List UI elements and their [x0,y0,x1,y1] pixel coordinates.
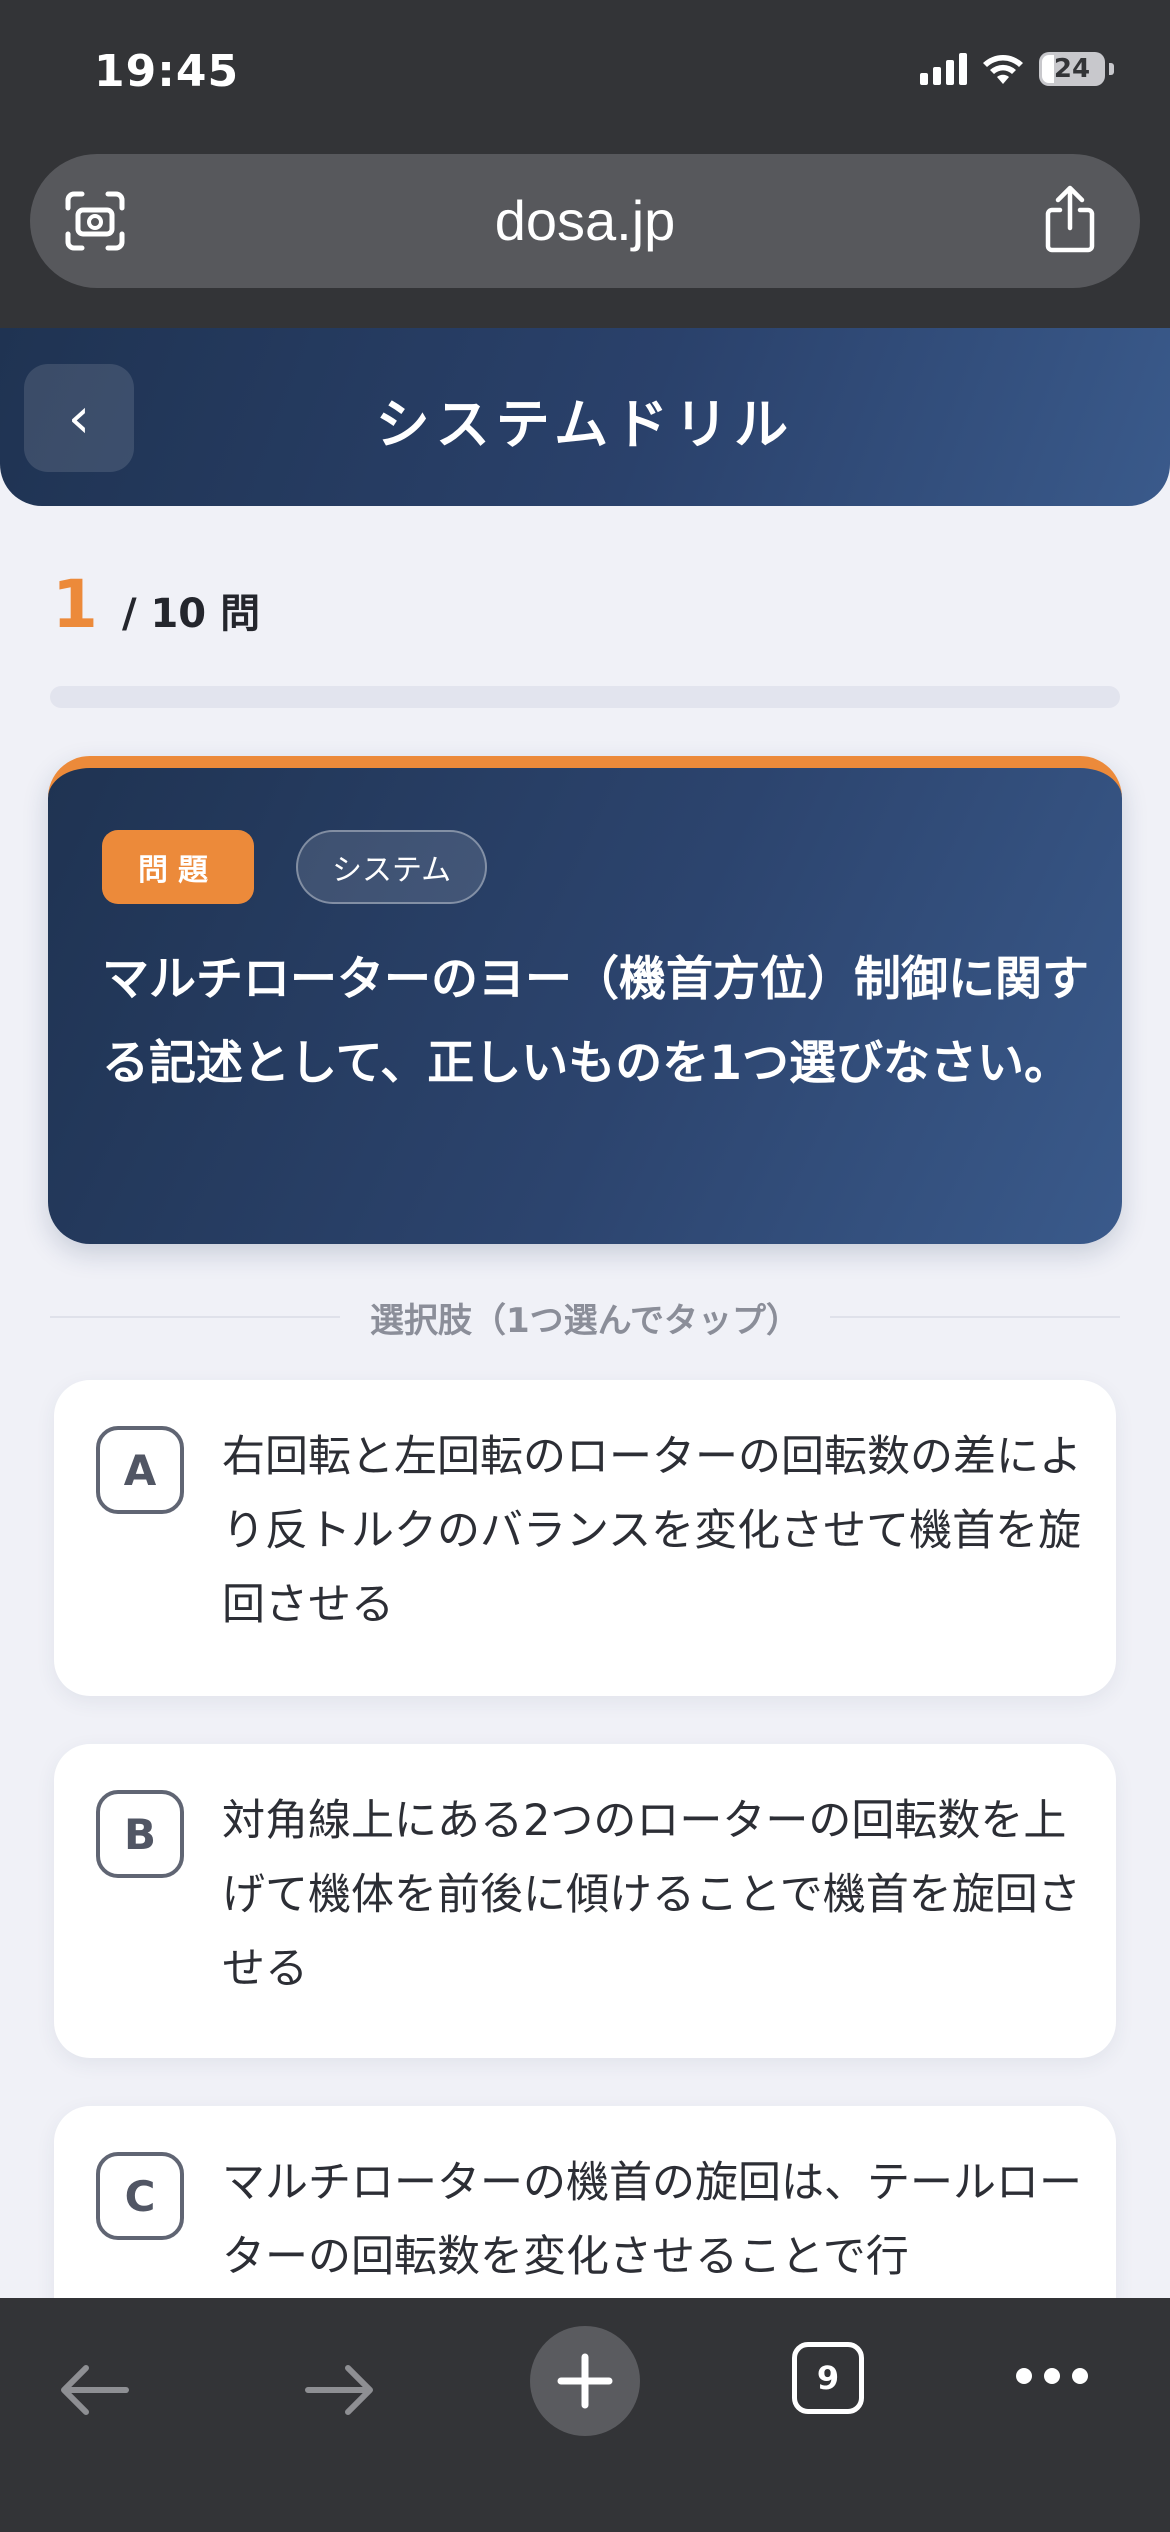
screen: 19:45 24 dosa.jp ‹ システムドリル 1 / 10 問 問題 シ… [0,0,1170,2532]
address-bar[interactable]: dosa.jp [30,154,1140,288]
more-options-icon[interactable] [1016,2368,1088,2384]
option-letter: B [96,1790,184,1878]
wifi-icon [983,55,1023,84]
total-questions-label: / 10 問 [121,591,261,637]
plus-icon [557,2353,613,2409]
question-text: マルチローターのヨー（機首方位）制御に関する記述として、正しいものを1つ選びなさ… [102,952,1089,1091]
current-question-number: 1 [52,566,98,643]
option-b[interactable]: B 対角線上にある2つのローターの回転数を上げて機体を前後に傾けることで機首を旋… [54,1744,1116,2058]
question-card: 問題 システム マルチローターのヨー（機首方位）制御に関する記述として、正しいも… [48,756,1122,1244]
option-letter: C [96,2152,184,2240]
option-letter: A [96,1426,184,1514]
page-title: システムドリル [375,393,795,456]
divider-line-right [829,1316,1120,1318]
option-text: 右回転と左回転のローターの回転数の差により反トルクのバランスを変化させて機首を旋… [222,1432,1082,1630]
browser-bottom-toolbar: 9 [0,2298,1170,2532]
option-text: マルチローターの機首の旋回は、テールローターの回転数を変化させることで行 [222,2158,1082,2282]
divider-line-left [50,1316,341,1318]
option-a[interactable]: A 右回転と左回転のローターの回転数の差により反トルクのバランスを変化させて機首… [54,1380,1116,1696]
question-badge: 問題 [102,830,254,904]
new-tab-button[interactable] [530,2326,640,2436]
battery-icon: 24 [1039,52,1105,86]
tabs-button[interactable]: 9 [792,2342,864,2414]
option-text: 対角線上にある2つのローターの回転数を上げて機体を前後に傾けることで機首を旋回さ… [222,1796,1081,1994]
app-header: ‹ システムドリル [0,328,1170,506]
battery-level: 24 [1053,54,1091,84]
cellular-signal-icon [920,53,967,85]
url-text[interactable]: dosa.jp [30,188,1140,253]
choices-divider: 選択肢（1つ選んでタップ） [50,1292,1120,1342]
battery-cap [1109,63,1114,75]
question-counter: 1 / 10 問 [52,566,260,643]
status-time: 19:45 [94,46,240,97]
choices-label: 選択肢（1つ選んでタップ） [370,1300,800,1341]
browser-top-bar: 19:45 24 dosa.jp [0,0,1170,328]
status-icons: 24 [920,52,1114,86]
share-icon[interactable] [1040,184,1100,254]
category-badge: システム [296,830,488,904]
question-badges: 問題 システム [102,830,488,904]
progress-bar [50,686,1120,708]
forward-arrow-icon[interactable] [302,2360,378,2420]
back-arrow-icon[interactable] [56,2360,132,2420]
